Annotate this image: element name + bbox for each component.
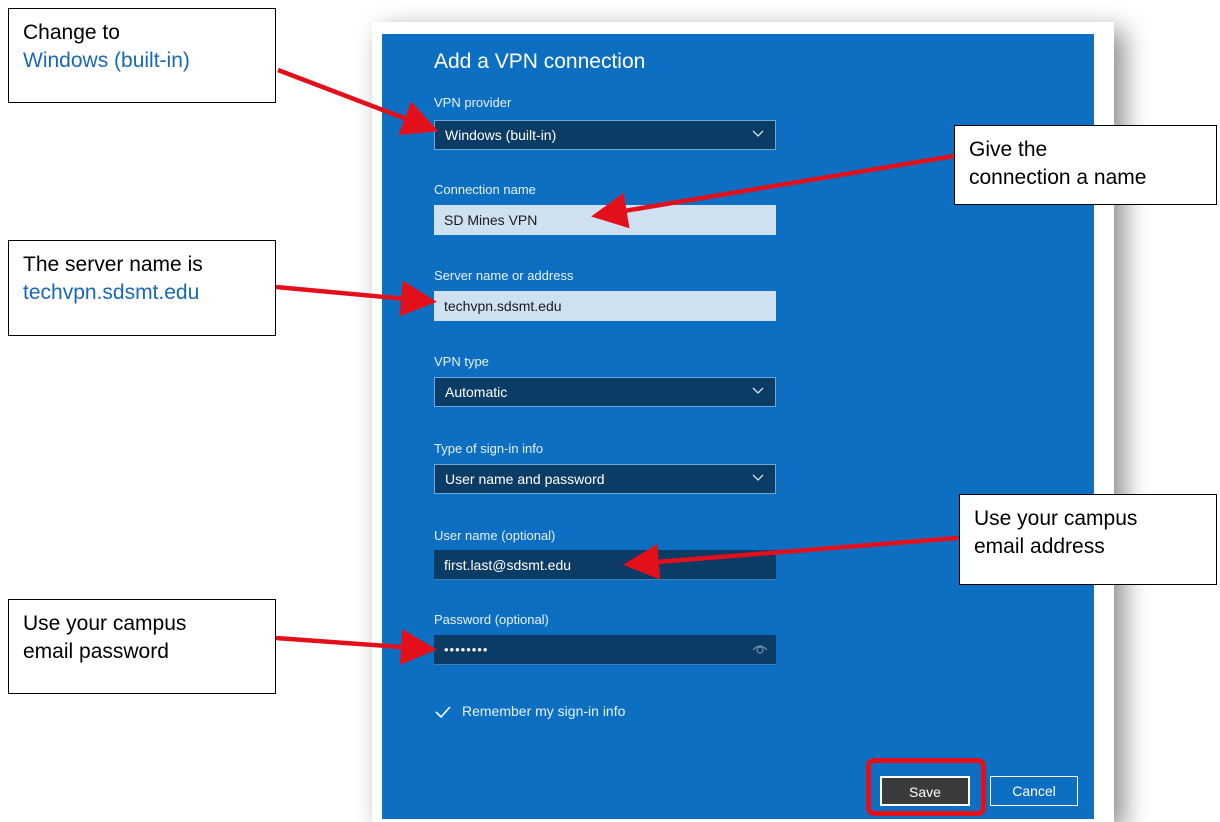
arrow-name [591, 153, 955, 229]
arrow-server [275, 280, 437, 317]
arrow-provider [277, 67, 439, 136]
annotation-arrows [275, 67, 959, 666]
arrow-password [275, 629, 437, 666]
arrow-email [623, 535, 959, 580]
